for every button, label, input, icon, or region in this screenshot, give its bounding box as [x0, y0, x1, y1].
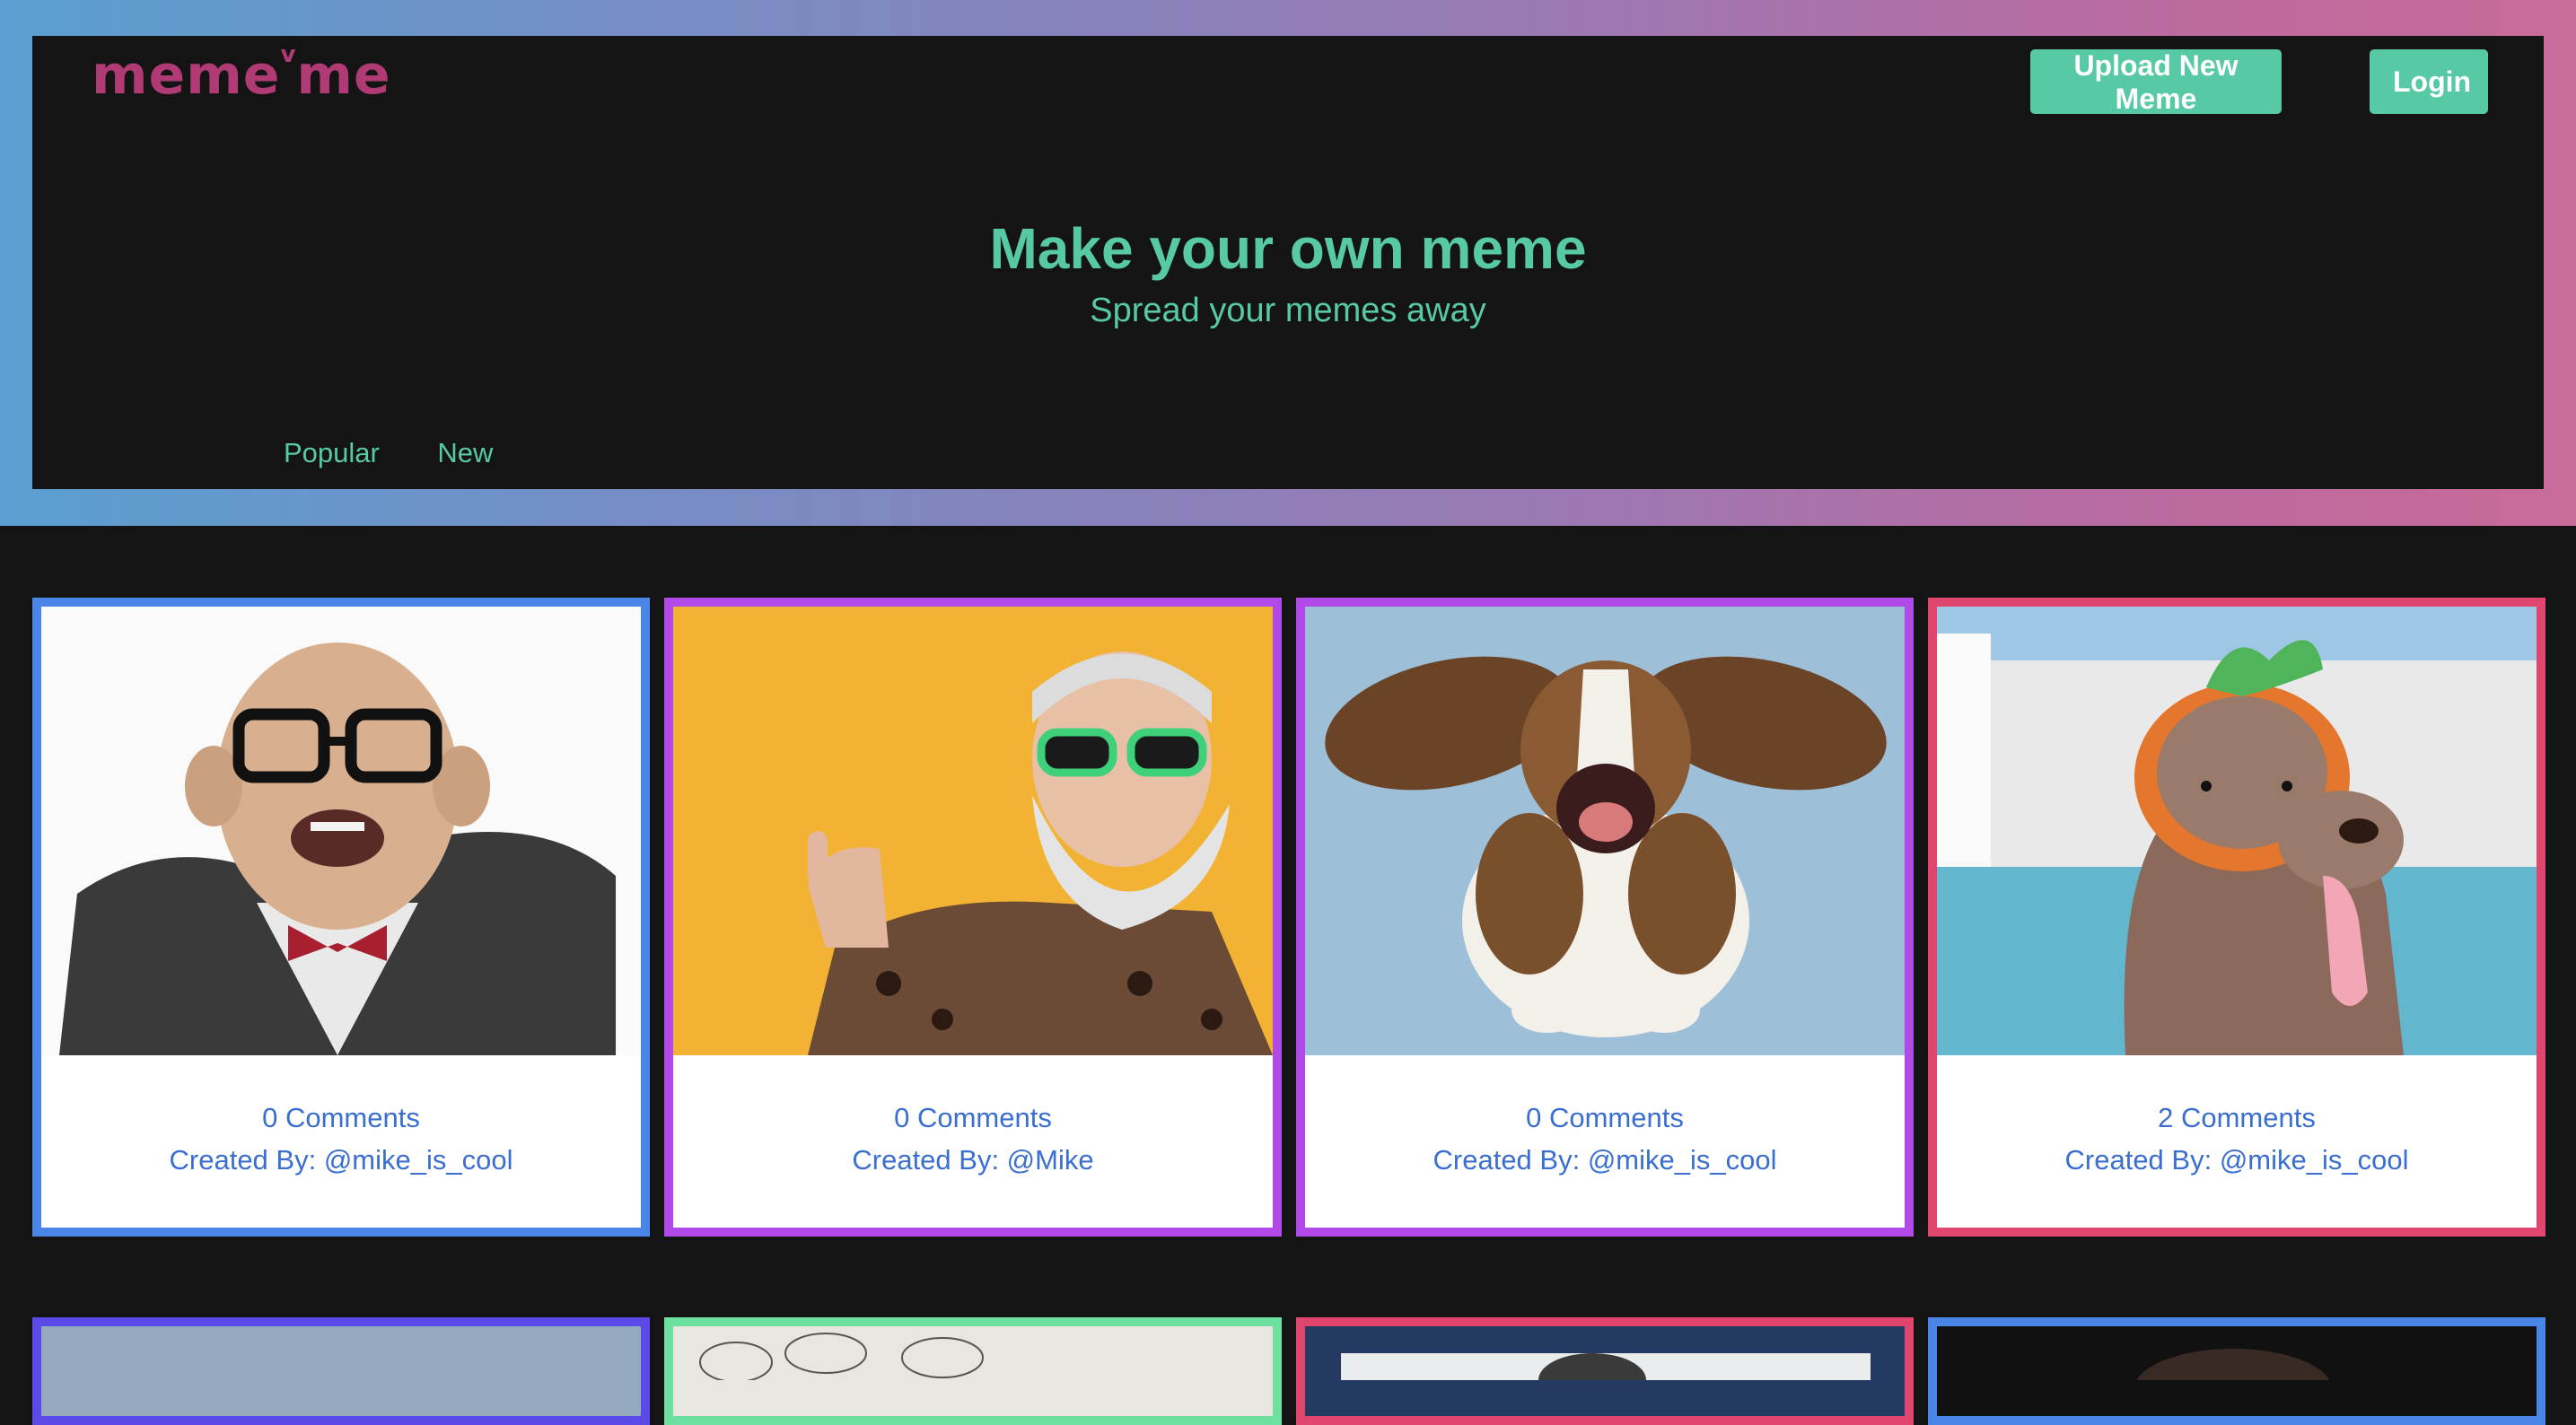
meme-image[interactable]: [1305, 607, 1905, 1055]
meme-image[interactable]: [1937, 1326, 2537, 1380]
tab-popular[interactable]: Popular: [284, 437, 380, 468]
comments-count[interactable]: 0 Comments: [673, 1102, 1273, 1134]
meme-card[interactable]: 2 Comments Created By: @mike_is_cool: [1928, 598, 2545, 1237]
upload-new-meme-button[interactable]: Upload New Meme: [2030, 49, 2282, 115]
sort-tabs: Popular New: [284, 437, 547, 469]
comments-count[interactable]: 0 Comments: [41, 1102, 641, 1134]
meme-image[interactable]: [1305, 1326, 1905, 1380]
hero: memevme Upload New Meme Login Make your …: [32, 36, 2544, 489]
meme-card[interactable]: 0 Comments Created By: @mike_is_cool: [32, 598, 650, 1237]
hero-title: Make your own meme: [989, 216, 1587, 281]
meme-card[interactable]: [1296, 1317, 1914, 1425]
hero-subtitle: Spread your memes away: [1090, 292, 1486, 329]
tab-new[interactable]: New: [437, 437, 493, 468]
meme-card[interactable]: [664, 1317, 1282, 1425]
creator-label[interactable]: Created By: @mike_is_cool: [41, 1144, 641, 1176]
creator-label[interactable]: Created By: @Mike: [673, 1144, 1273, 1176]
login-button[interactable]: Login: [2370, 49, 2488, 114]
creator-label[interactable]: Created By: @mike_is_cool: [1305, 1144, 1905, 1176]
comments-count[interactable]: 0 Comments: [1305, 1102, 1905, 1134]
meme-card[interactable]: 0 Comments Created By: @mike_is_cool: [1296, 598, 1914, 1237]
hero-frame: memevme Upload New Meme Login Make your …: [0, 0, 2576, 526]
meme-image[interactable]: [41, 1326, 641, 1380]
creator-label[interactable]: Created By: @mike_is_cool: [1937, 1144, 2537, 1176]
meme-image[interactable]: [673, 607, 1273, 1055]
logo-text: meme: [92, 44, 281, 107]
meme-card[interactable]: [1928, 1317, 2545, 1425]
logo-super: v: [280, 41, 297, 68]
comments-count[interactable]: 2 Comments: [1937, 1102, 2537, 1134]
meme-image[interactable]: [41, 607, 641, 1055]
meme-image[interactable]: [673, 1326, 1273, 1380]
meme-image[interactable]: [1937, 607, 2537, 1055]
logo-suffix: me: [296, 44, 391, 107]
meme-card[interactable]: [32, 1317, 650, 1425]
logo[interactable]: memevme: [92, 43, 391, 102]
meme-card[interactable]: 0 Comments Created By: @Mike: [664, 598, 1282, 1237]
